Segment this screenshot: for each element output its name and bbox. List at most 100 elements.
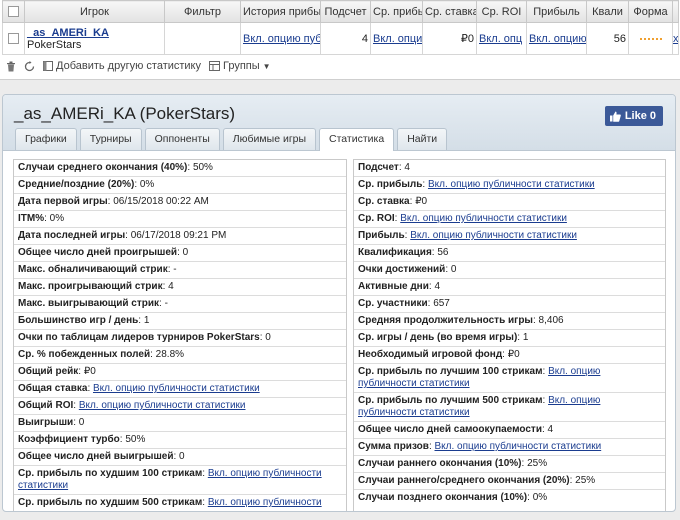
stat-value: 28.8% [155,349,185,360]
stat-row: Подсчет: 4 [354,160,665,177]
facebook-like-button[interactable]: Like 0 [604,106,663,126]
profit-link[interactable]: Вкл. опцию [529,33,586,45]
col-qualification[interactable]: Квали [586,0,629,23]
stat-value: 0 [182,247,189,258]
tab-opponents[interactable]: Оппоненты [144,128,220,150]
stat-label: Ср. % побежденных полей [18,349,151,360]
stat-row: Макс. выигрывающий стрик: - [14,296,346,313]
col-avg-roi[interactable]: Ср. ROI [476,0,527,23]
stat-row: Общее число дней самоокупаемости: 4 [354,422,665,439]
col-profit[interactable]: Прибыль [526,0,587,23]
stat-label: Общий ROI [18,400,74,411]
avg-profit-link[interactable]: Вкл. опци [373,33,422,45]
stat-value: 0 [78,417,85,428]
stat-value: 25% [527,458,548,469]
stat-label: Общая ставка [18,383,88,394]
history-link[interactable]: Вкл. опцию публ [243,33,320,45]
stat-label: Общее число дней самоокупаемости [358,424,542,435]
add-columns-icon [43,61,53,71]
stat-label: Ср. ставка [358,196,410,207]
stat-label: Прибыль [358,230,405,241]
col-count[interactable]: Подсчет [320,0,371,23]
avg-roi-link[interactable]: Вкл. опц [479,33,522,45]
stat-row: Общее число дней проигрышей: 0 [14,245,346,262]
stat-label: Ср. прибыль [358,179,423,190]
delete-button[interactable] [6,61,16,72]
stat-row: Ср. ROI: Вкл. опцию публичности статисти… [354,211,665,228]
tab-search[interactable]: Найти [397,128,448,150]
stat-row: Прибыль: Вкл. опцию публичности статисти… [354,228,665,245]
stat-label: Ср. игры / день (во время игры) [358,332,518,343]
qualification-cell: 56 [586,22,629,55]
stat-label: Случаи раннего окончания (10%) [358,458,522,469]
stat-label: Коэффициент турбо [18,434,120,445]
stat-value: 0 [450,264,457,275]
player-table-panel: Игрок Фильтр История прибы Подсчет Ср. п… [0,0,680,80]
remove-row-link[interactable]: x [674,33,678,45]
stat-label: Общее число дней проигрышей [18,247,178,258]
stat-label: Активные дни [358,281,429,292]
stat-label: Ср. прибыль по лучшим 500 стрикам [358,395,543,406]
stat-label: Случаи среднего окончания (40%) [18,162,188,173]
page-title: _as_AMERi_KA (PokerStars) [14,104,236,123]
refresh-button[interactable] [24,60,35,72]
groups-label: Группы [223,60,260,72]
select-all-header[interactable] [2,0,25,23]
col-avg-profit[interactable]: Ср. прибы [370,0,423,23]
table-row[interactable]: _as_AMERi_KA PokerStars Вкл. опцию публ … [2,22,679,55]
row-checkbox[interactable] [8,33,19,45]
stat-value: - [173,264,177,275]
col-form[interactable]: Форма [628,0,673,23]
add-stats-button[interactable]: Добавить другую статистику [43,60,201,72]
avg-stake-cell: ₽0 [422,22,477,55]
enable-public-stats-link[interactable]: Вкл. опцию публичности статистики [93,383,260,394]
groups-dropdown[interactable]: Группы ▼ [209,60,271,72]
enable-public-stats-link[interactable]: Вкл. опцию публичности статистики [400,213,567,224]
stat-label: Дата первой игры [18,196,108,207]
player-detail-panel: _as_AMERi_KA (PokerStars) Like 0 Графики… [2,94,676,512]
enable-public-stats-link[interactable]: Вкл. опцию публичности статистики [79,400,246,411]
col-player[interactable]: Игрок [24,0,165,23]
left-stats-column: Случаи среднего окончания (40%): 50% Сред… [13,159,347,511]
statistics-content: Случаи среднего окончания (40%): 50% Сред… [13,159,666,511]
select-all-checkbox[interactable] [8,6,19,18]
stat-row: Ср. прибыль: Вкл. опцию публичности стат… [354,177,665,194]
stat-value: 25% [575,475,596,486]
add-stats-label: Добавить другую статистику [56,60,201,72]
tab-statistics[interactable]: Статистика [319,128,395,151]
stat-value: 0% [139,179,155,190]
stat-value: 50% [125,434,146,445]
stat-value: 4 [434,281,440,292]
stat-label: Общее число дней выигрышей [18,451,174,462]
stat-row: Очки достижений: 0 [354,262,665,279]
stat-label: Большинство игр / день [18,315,139,326]
stat-row: Макс. проигрывающий стрик: 4 [14,279,346,296]
col-avg-stake[interactable]: Ср. ставка [422,0,477,23]
stat-row: Общий рейк: ₽0 [14,364,346,381]
tab-charts[interactable]: Графики [15,128,77,150]
stat-label: Макс. выигрывающий стрик [18,298,160,309]
enable-public-stats-link[interactable]: Вкл. опцию публичности статистики [435,441,602,452]
stat-label: Очки по таблицам лидеров турниров PokerS… [18,332,260,343]
stat-row: Квалификация: 56 [354,245,665,262]
stat-label: ITM% [18,213,45,224]
stat-value: 0 [265,332,271,343]
stat-row: Макс. обналичивающий стрик: - [14,262,346,279]
tab-tournaments[interactable]: Турниры [79,128,142,150]
detail-tabs: Графики Турниры Оппоненты Любимые игры С… [15,128,448,151]
stat-value: 0 [179,451,185,462]
enable-public-stats-link[interactable]: Вкл. опцию публичности статистики [410,230,577,241]
player-name-link[interactable]: _as_AMERi_KA [27,27,109,39]
enable-public-stats-link[interactable]: Вкл. опцию публичности статистики [428,179,595,190]
stat-row: Средняя продолжительность игры: 8,406 [354,313,665,330]
stat-row: Ср. прибыль по лучшим 100 стрикам: Вкл. … [354,364,665,393]
stat-row: Ср. ставка: ₽0 [354,194,665,211]
stat-row: Выигрыши: 0 [14,415,346,432]
stat-row: Случаи раннего/среднего окончания (20%):… [354,473,665,490]
stat-row: Общий ROI: Вкл. опцию публичности статис… [14,398,346,415]
col-filter[interactable]: Фильтр [164,0,241,23]
col-history[interactable]: История прибы [240,0,321,23]
tab-favorite-games[interactable]: Любимые игры [222,128,317,150]
stat-label: Случаи раннего/среднего окончания (20%) [358,475,570,486]
count-cell: 4 [320,22,371,55]
